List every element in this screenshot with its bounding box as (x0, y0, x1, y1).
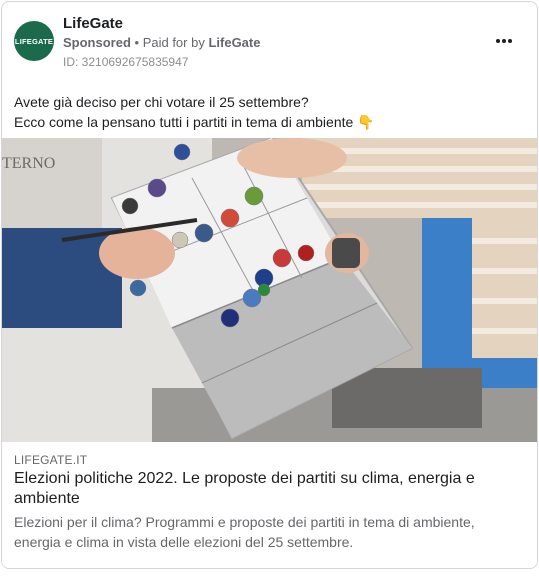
ad-id: ID: 3210692675835947 (63, 55, 189, 69)
more-options-icon[interactable] (493, 31, 515, 51)
link-preview[interactable]: LIFEGATE.IT Elezioni politiche 2022. Le … (2, 442, 537, 568)
post-message-line-1: Avete già deciso per chi votare il 25 se… (14, 94, 309, 110)
sponsored-label: Sponsored (63, 35, 131, 50)
post-image[interactable]: TERNO (2, 138, 537, 442)
link-title[interactable]: Elezioni politiche 2022. Le proposte dei… (14, 469, 514, 509)
post-header: LIFEGATE LifeGate Sponsored • Paid for b… (2, 2, 537, 82)
ad-card: LIFEGATE LifeGate Sponsored • Paid for b… (1, 1, 538, 569)
sponsored-line: Sponsored • Paid for by LifeGate (63, 35, 260, 50)
link-domain: LIFEGATE.IT (14, 453, 88, 467)
svg-text:TERNO: TERNO (2, 155, 55, 172)
link-description: Elezioni per il clima? Programmi e propo… (14, 514, 475, 550)
ballot-photo: TERNO (2, 138, 537, 442)
post-message-line-2: Ecco come la pensano tutti i partiti in … (14, 114, 375, 130)
post-message: Avete già deciso per chi votare il 25 se… (14, 92, 375, 132)
paid-by-name[interactable]: LifeGate (208, 35, 260, 50)
paid-for-label: Paid for by (142, 35, 209, 50)
avatar-logo-text: LIFEGATE (14, 36, 54, 46)
meta-separator: • (130, 35, 143, 50)
page-name-link[interactable]: LifeGate (63, 15, 123, 32)
page-avatar[interactable]: LIFEGATE (14, 21, 54, 61)
